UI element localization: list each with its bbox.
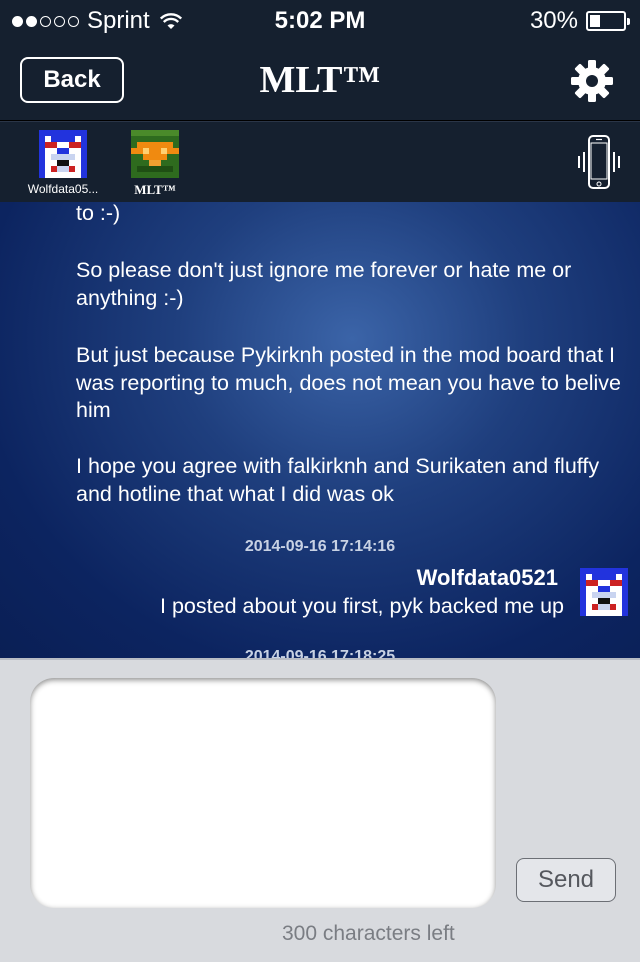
message-text: I hope you agree with falkirknh and Suri… — [76, 454, 600, 506]
message-text: But just because Pykirknh posted in the … — [76, 343, 621, 422]
gear-icon[interactable] — [570, 59, 614, 103]
chat-transcript[interactable]: to :-) So please don't just ignore me fo… — [0, 202, 640, 658]
send-button[interactable]: Send — [516, 858, 616, 902]
characters-left: 300 characters left — [282, 922, 455, 945]
message-text: So please don't just ignore me forever o… — [76, 258, 572, 310]
participant-wolfdata[interactable]: Wolfdata05... — [18, 130, 108, 196]
navigation-bar: Back MLT™ — [0, 40, 640, 120]
message-text: to :-) — [76, 202, 121, 225]
message-timestamp: 2014-09-16 17:18:25 — [244, 648, 396, 658]
battery-icon — [586, 11, 630, 31]
avatar — [131, 130, 179, 178]
avatar — [580, 568, 628, 616]
participant-label: MLT™ — [134, 182, 176, 197]
sender-name: Wolfdata0521 — [416, 565, 558, 590]
participant-mlt[interactable]: MLT™ — [110, 130, 200, 198]
participant-label: Wolfdata05... — [27, 182, 99, 196]
message-text: I posted about you first, pyk backed me … — [160, 594, 564, 618]
battery-percent: 30% — [529, 7, 578, 34]
message-timestamp: 2014-09-16 17:14:16 — [244, 538, 396, 555]
phone-vibrate-icon[interactable] — [576, 134, 622, 190]
battery-group: 30% — [529, 7, 630, 35]
page-title: MLT™ — [259, 59, 381, 101]
message-input[interactable] — [30, 678, 496, 908]
avatar — [39, 130, 87, 178]
status-bar: Sprint 5:02 PM 30% — [0, 0, 640, 40]
participants-bar: Wolfdata05... MLT™ — [0, 121, 640, 203]
compose-panel: Send 300 characters left — [0, 658, 640, 962]
